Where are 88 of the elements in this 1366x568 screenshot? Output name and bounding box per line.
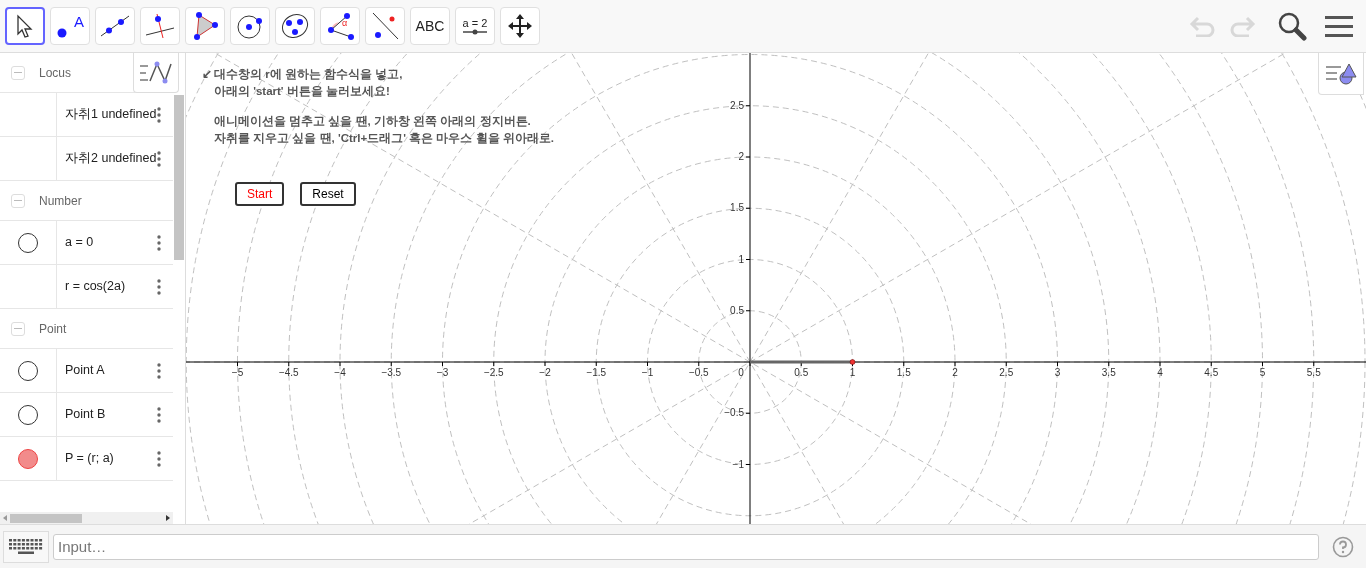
tick-label: 1 [738,253,744,265]
tool-button[interactable] [5,7,45,45]
instruction-text: 아래의 'start' 버튼을 눌러보세요! [214,84,391,99]
tick-label: −0.5 [724,407,744,419]
search-icon [1277,11,1307,41]
tick-label: 0 [738,367,744,378]
group-header: Number [39,192,82,210]
tick-label: −1 [732,458,744,470]
tick-label: −2 [539,367,551,378]
keyboard-button[interactable] [3,530,49,563]
tick-label: 4.5 [1204,367,1219,378]
keyboard-icon [9,538,43,555]
vertical-scrollbar[interactable] [174,95,184,260]
input-field[interactable]: Input… [53,533,1319,560]
tool-button[interactable]: ABC [410,7,450,45]
line-icon [100,14,130,38]
collapse-toggle[interactable] [11,193,25,208]
circle-icon [236,12,264,40]
horizontal-scrollbar[interactable] [0,512,173,524]
shapes-list-icon [1325,61,1357,86]
tick-label: −3 [436,367,449,378]
group-header: Point [39,320,67,338]
line-and-point-icon [370,11,400,41]
algebra-entry[interactable]: 자취2 undefined [65,149,157,168]
tick-label: 5 [1259,367,1266,378]
collapse-toggle[interactable] [11,65,25,80]
tick-label: 2.5 [730,99,744,111]
tick-label: 2.5 [999,367,1014,378]
tick-label: 4 [1157,367,1163,378]
tick-label: 5.5 [1306,367,1321,378]
tick-label: −1.5 [586,367,607,378]
undo-icon [1189,15,1217,37]
algebra-entry[interactable]: P = (r; a) [65,449,114,468]
help-icon [1332,535,1354,558]
tool-button[interactable]: A [50,7,90,45]
algebra-entry[interactable]: a = 0 [65,233,94,252]
tick-label: −4.5 [278,367,299,378]
point[interactable] [849,359,856,365]
more-options-icon[interactable] [157,450,161,467]
algebra-entry[interactable]: r = cos(2a) [65,277,126,296]
tick-label: 3 [1054,367,1061,378]
tick-label: 1.5 [896,367,911,378]
tick-label: 2 [952,367,958,378]
more-options-icon[interactable] [157,406,161,423]
action-button[interactable]: Reset [300,182,356,206]
tick-label: −1 [641,367,654,378]
tick-label: 1 [849,367,856,378]
more-options-icon[interactable] [157,150,161,167]
tick-label: −0.5 [688,367,709,378]
tick-label: −5 [231,367,244,378]
visibility-toggle[interactable] [18,232,38,253]
style-bar-toggle[interactable] [133,53,179,93]
more-options-icon[interactable] [157,362,161,379]
tick-label: 0.5 [794,367,809,378]
tick-label: 1.5 [730,202,744,214]
slider-line-icon [462,28,488,35]
ellipse-icon [280,12,310,40]
triangle-icon [191,12,219,40]
tick-label: 3.5 [1101,367,1116,378]
cursor-icon [15,14,35,38]
more-options-icon[interactable] [157,234,161,251]
instruction-text: 애니메이션을 멈추고 싶을 땐, 기하창 왼쪽 아래의 정지버튼. [214,114,532,129]
more-options-icon[interactable] [157,106,161,123]
perpendicular-lines-icon [145,13,175,39]
menu-icon [1325,15,1353,37]
redo-icon [1228,15,1256,37]
algebra-entry[interactable]: Point A [65,361,105,380]
visibility-toggle[interactable] [18,448,38,469]
instruction-text: 자취를 지우고 싶을 땐, 'Ctrl+드래그' 혹은 마우스 휠을 위아래로. [214,131,554,146]
tick-label: −3.5 [381,367,402,378]
group-header: Locus [39,64,72,82]
tool-button[interactable]: a = 2 [455,7,495,45]
tick-label: 0.5 [730,304,744,316]
tick-label: −2.5 [483,367,504,378]
tick-label: 2 [738,151,744,162]
arrow-glyph: ↙ [202,68,212,80]
more-options-icon[interactable] [157,278,161,295]
visibility-toggle[interactable] [18,404,38,425]
move-arrows-icon [507,13,533,39]
collapse-toggle[interactable] [11,321,25,336]
instruction-text: 대수창의 r에 원하는 함수식을 넣고, [214,67,403,83]
style-bar-toggle[interactable] [1318,53,1364,95]
graph-list-icon [139,60,173,85]
algebra-entry[interactable]: Point B [65,405,106,424]
algebra-entry[interactable]: 자취1 undefined [65,105,157,124]
visibility-toggle[interactable] [18,360,38,381]
action-button[interactable]: Start [235,182,285,206]
tick-label: −4 [334,367,346,378]
